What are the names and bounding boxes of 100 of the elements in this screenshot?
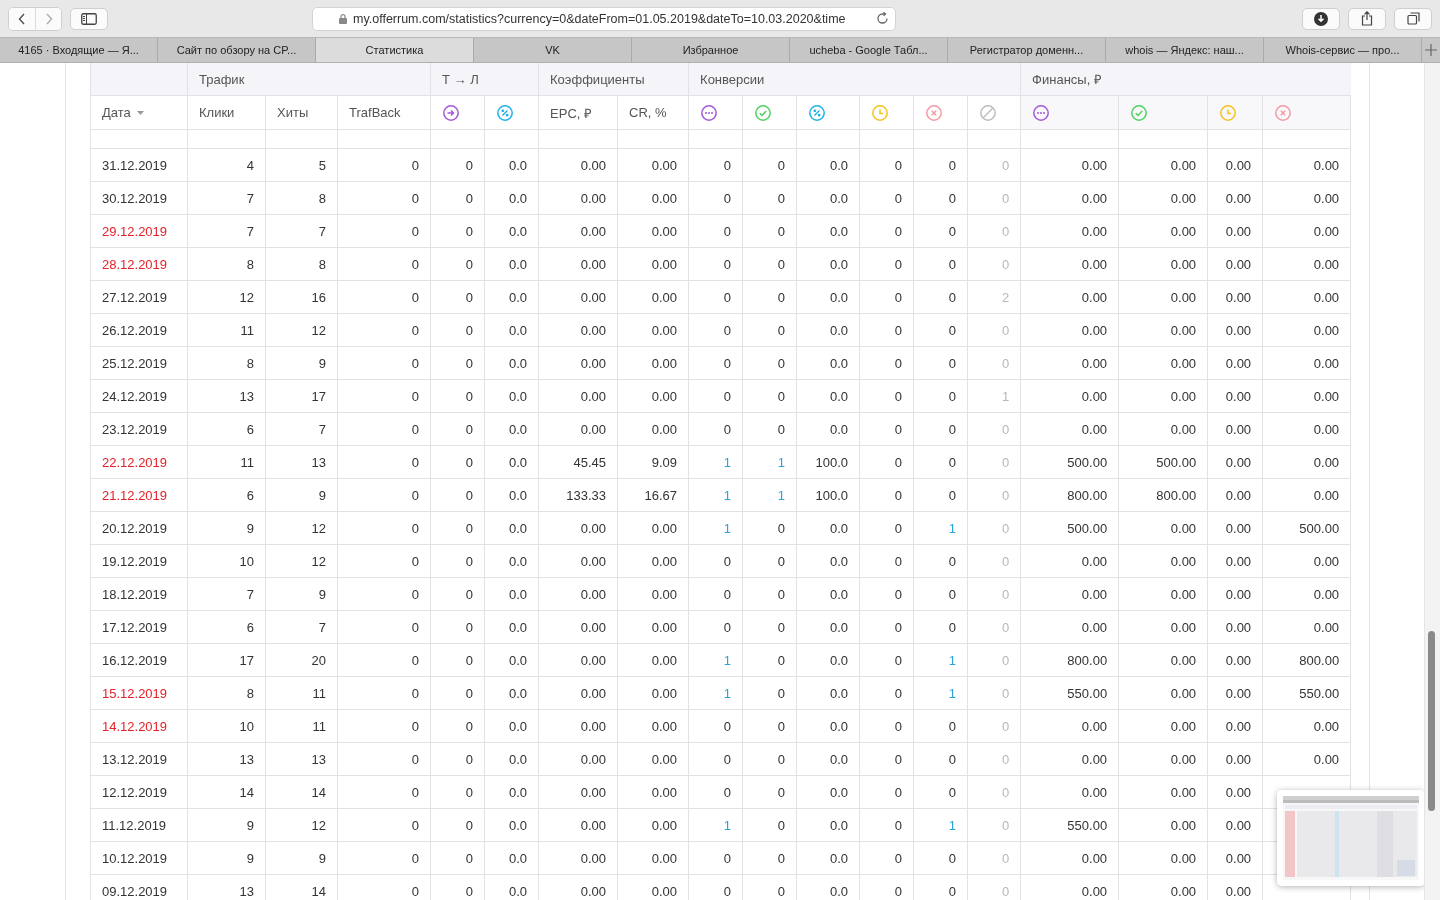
table-cell: 0.00: [538, 775, 618, 809]
chevron-left-icon: [18, 12, 26, 25]
tabs-overview-button[interactable]: [1394, 7, 1432, 30]
table-cell: 0: [913, 379, 968, 413]
column-header[interactable]: Клики: [187, 95, 266, 130]
sidebar-button[interactable]: [70, 7, 108, 30]
plus-icon: [1425, 43, 1437, 56]
table-cell: 0: [688, 775, 743, 809]
table-cell: 0: [337, 280, 431, 314]
column-header[interactable]: [859, 95, 914, 130]
forward-button[interactable]: [35, 7, 61, 30]
table-cell: 0: [430, 313, 485, 347]
table-cell: 0: [337, 445, 431, 479]
table-cell: 0.0: [796, 610, 860, 644]
table-cell: 0: [337, 544, 431, 578]
table-cell: 0: [859, 841, 914, 875]
table-cell: 0: [967, 544, 1021, 578]
browser-tab[interactable]: 4165 · Входящие — Я...: [0, 38, 158, 62]
column-header[interactable]: EPC, ₽: [538, 95, 618, 130]
column-header[interactable]: [1262, 95, 1351, 130]
table-cell: 800.00: [1020, 643, 1119, 677]
column-header[interactable]: CR, %: [617, 95, 689, 130]
table-cell: 9: [265, 478, 338, 512]
table-cell: 0: [742, 511, 797, 545]
table-cell: 0.00: [1118, 280, 1208, 314]
share-icon: [1361, 11, 1373, 26]
table-cell: 0.0: [796, 775, 860, 809]
column-title: Дата: [102, 105, 144, 120]
table-cell: 0: [337, 511, 431, 545]
table-cell: 0.00: [1118, 214, 1208, 248]
table-cell: 0: [742, 676, 797, 710]
table-cell: 0: [688, 280, 743, 314]
table-cell: 0: [913, 346, 968, 380]
table-cell: 0.00: [1262, 544, 1351, 578]
table-cell: 0: [742, 742, 797, 776]
date-cell: 10.12.2019: [90, 841, 188, 875]
column-header[interactable]: Дата: [90, 95, 188, 130]
group-title: Финансы, ₽: [1032, 71, 1102, 88]
date-cell: 15.12.2019: [90, 676, 188, 710]
column-header[interactable]: [796, 95, 860, 130]
table-cell: 0: [337, 643, 431, 677]
share-button[interactable]: [1348, 7, 1386, 30]
browser-tab[interactable]: Регистратор доменн...: [948, 38, 1106, 62]
table-cell: 8: [187, 676, 266, 710]
table-cell: 0: [688, 577, 743, 611]
column-header[interactable]: [1118, 95, 1208, 130]
table-cell: 17: [265, 379, 338, 413]
table-cell: 0.00: [1020, 742, 1119, 776]
address-field[interactable]: my.offerrum.com/statistics?currency=0&dateFrom=01.05.2019&dateTo=10.03.2020&time: [312, 6, 896, 31]
date-cell: 14.12.2019: [90, 709, 188, 743]
table-cell: 0.00: [617, 346, 689, 380]
table-cell: 0.00: [1207, 775, 1263, 809]
table-cell: 8: [187, 346, 266, 380]
download-button[interactable]: [1302, 7, 1340, 30]
table-cell: 0: [688, 412, 743, 446]
table-cell: 0.00: [1207, 247, 1263, 281]
table-cell: 0.00: [1118, 313, 1208, 347]
table-cell: 0: [967, 610, 1021, 644]
back-button[interactable]: [9, 7, 35, 30]
table-cell: 550.00: [1020, 676, 1119, 710]
table-cell: 9.09: [617, 445, 689, 479]
column-header[interactable]: Хиты: [265, 95, 338, 130]
column-header[interactable]: [742, 95, 797, 130]
browser-tab[interactable]: Статистика: [316, 38, 474, 62]
download-icon: [1314, 11, 1328, 26]
browser-tab[interactable]: Whois-сервис — про...: [1264, 38, 1422, 62]
table-cell: 0.00: [1207, 742, 1263, 776]
browser-tab[interactable]: VK: [474, 38, 632, 62]
table-cell: 500.00: [1118, 445, 1208, 479]
table-cell: 0: [859, 742, 914, 776]
column-header[interactable]: [1207, 95, 1263, 130]
table-cell: 0.00: [538, 214, 618, 248]
column-header[interactable]: [484, 95, 539, 130]
arrow-circle-icon: [442, 103, 461, 122]
table-cell: 0: [913, 841, 968, 875]
scrollbar[interactable]: [1424, 63, 1440, 900]
table-cell: 0: [859, 511, 914, 545]
table-cell: 0.00: [1118, 544, 1208, 578]
column-header[interactable]: [430, 95, 485, 130]
table-cell: 0.00: [1020, 610, 1119, 644]
column-header[interactable]: [967, 95, 1021, 130]
table-cell: 0.0: [484, 544, 539, 578]
table-cell: 14: [265, 775, 338, 809]
table-cell: 0: [337, 247, 431, 281]
table-cell: 500.00: [1020, 445, 1119, 479]
table-cell: 0.00: [538, 808, 618, 842]
browser-tab[interactable]: Избранное: [632, 38, 790, 62]
browser-tab[interactable]: whois — Яндекс: наш...: [1106, 38, 1264, 62]
table-cell: 0: [967, 742, 1021, 776]
browser-tab[interactable]: ucheba - Google Табл...: [790, 38, 948, 62]
column-header[interactable]: [688, 95, 743, 130]
check-circle-icon: [1130, 103, 1149, 122]
column-header[interactable]: [913, 95, 968, 130]
column-header[interactable]: TrafBack: [337, 95, 431, 130]
column-header[interactable]: [1020, 95, 1119, 130]
chevron-right-icon: [44, 12, 53, 25]
percent-circle-icon: [496, 103, 515, 122]
date-cell: 13.12.2019: [90, 742, 188, 776]
table-cell: 0.00: [1262, 214, 1351, 248]
reload-icon[interactable]: [876, 12, 889, 25]
